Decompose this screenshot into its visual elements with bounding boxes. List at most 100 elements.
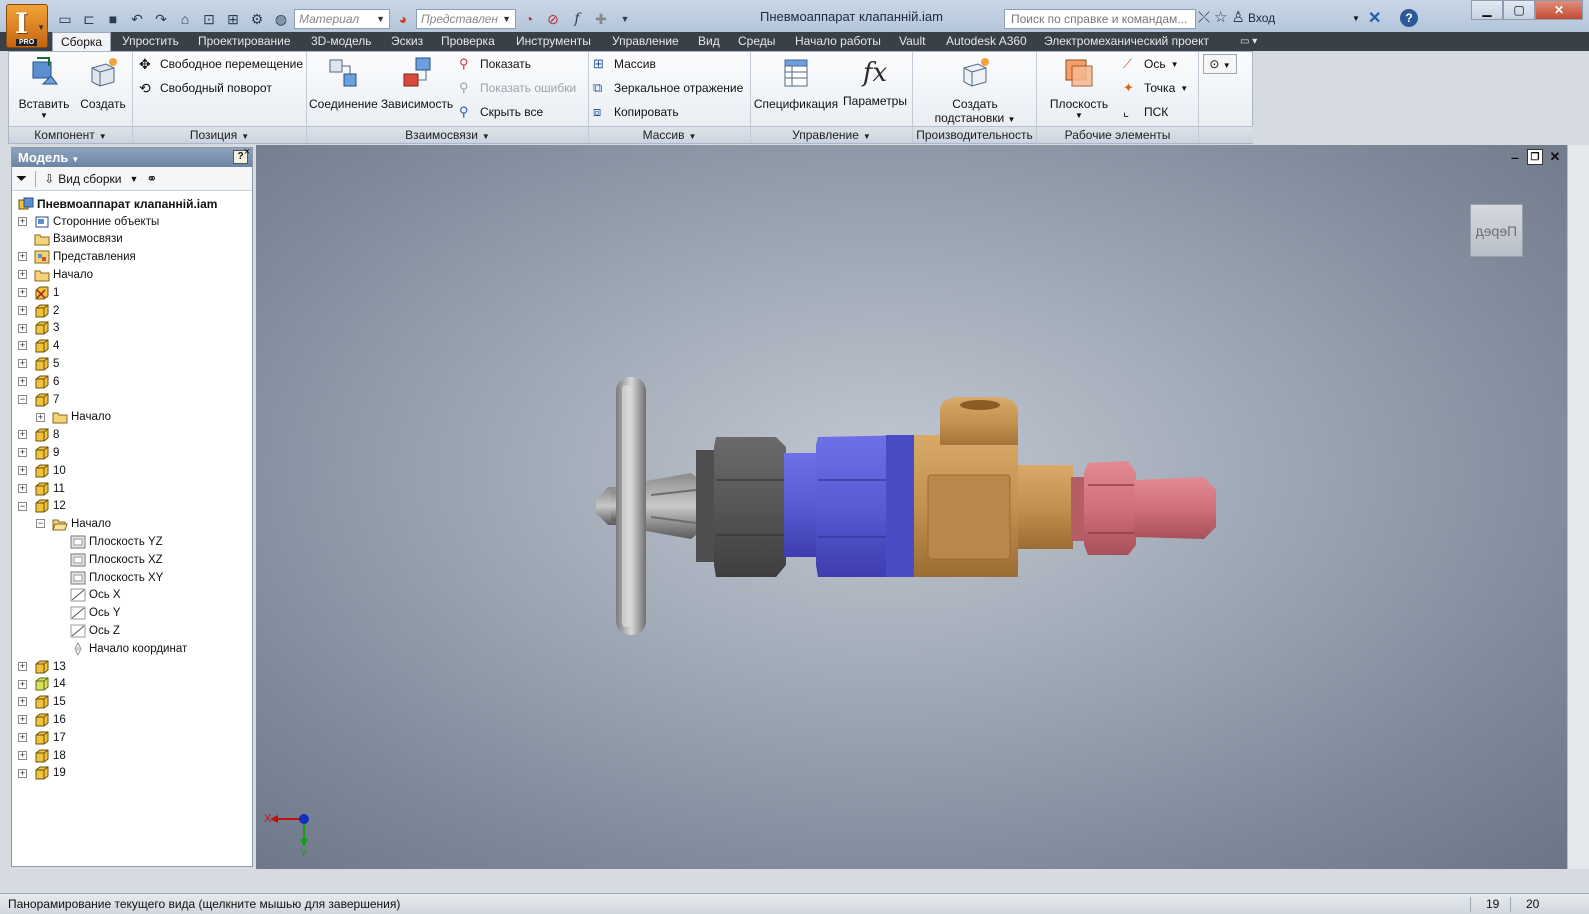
tab-inspect[interactable]: Проверка (441, 32, 495, 51)
tab-tools[interactable]: Инструменты (516, 32, 591, 51)
expand-icon[interactable]: + (18, 697, 27, 707)
panel-work-features-title[interactable]: Рабочие элементы (1037, 126, 1198, 143)
tree-item-component[interactable]: +5 (12, 355, 252, 373)
filter-icon[interactable]: ⏷ (16, 170, 27, 187)
appearance-select[interactable]: Представлен ▼ (416, 9, 516, 29)
tree-item-plane[interactable]: Плоскость XZ (12, 551, 252, 569)
tree-item-plane[interactable]: Плоскость XY (12, 569, 252, 587)
expand-icon[interactable]: + (18, 216, 27, 226)
expand-icon[interactable]: + (18, 430, 27, 440)
tab-get-started[interactable]: Начало работы (795, 32, 881, 51)
tree-item-origin[interactable]: − Начало (12, 515, 252, 533)
collapse-icon[interactable]: − (36, 519, 45, 529)
panel-component-title[interactable]: Компонент ▼ (9, 126, 132, 143)
tab-simplify[interactable]: Упростить (122, 32, 179, 51)
search-clear-icon[interactable]: ⤫ (1198, 9, 1210, 26)
tree-item-component[interactable]: +19 (12, 765, 252, 783)
tree-item-component[interactable]: − 12 (12, 498, 252, 516)
pattern-button[interactable]: ⊞ Массив (593, 54, 656, 74)
panel-productivity-title[interactable]: Производительность (913, 126, 1036, 143)
tree-item-component[interactable]: +1 (12, 284, 252, 302)
viewport-side-scrollbar[interactable] (1567, 145, 1589, 869)
axis-button[interactable]: ⟋ Ось ▼ (1123, 54, 1179, 74)
panel-pattern-title[interactable]: Массив ▼ (589, 126, 750, 143)
tree-root[interactable]: Пневмоаппарат клапанній.iam (12, 195, 252, 213)
free-rotate-button[interactable]: ⟲ Свободный поворот (139, 78, 272, 98)
tab-assemble[interactable]: Сборка (52, 32, 112, 51)
expand-icon[interactable]: + (18, 359, 27, 369)
help-icon[interactable]: ? (1400, 9, 1418, 27)
joint-button[interactable]: Соединение (309, 56, 378, 111)
expand-icon[interactable]: + (18, 750, 27, 760)
panel-relations-title[interactable]: Взаимосвязи ▼ (307, 126, 588, 143)
tab-sketch[interactable]: Эскиз (391, 32, 423, 51)
tab-environments[interactable]: Среды (738, 32, 775, 51)
create-substitutes-button[interactable]: Создать подстановки ▼ (923, 56, 1027, 125)
assembly-view-label[interactable]: Вид сборки (58, 172, 121, 186)
material-ball-icon[interactable]: ◍ (270, 9, 292, 29)
home-icon[interactable]: ⌂ (174, 9, 196, 29)
tree-item-axis[interactable]: Ось X (12, 587, 252, 605)
browser-close-icon[interactable]: × (241, 147, 253, 159)
expand-icon[interactable]: + (18, 270, 27, 280)
graphics-viewport[interactable]: ‒ ❐ ✕ Перед X Y (256, 145, 1567, 869)
tree-item-component[interactable]: +11 (12, 480, 252, 498)
maximize-button[interactable]: ▢ (1503, 0, 1535, 20)
plane-button[interactable]: Плоскость ▼ (1043, 56, 1115, 120)
clear-appearance-icon[interactable]: ⊘ (542, 9, 564, 29)
valve-model[interactable]: X Y (256, 145, 1567, 869)
expand-icon[interactable]: + (18, 661, 27, 671)
chevron-down-icon[interactable]: ▼ (1352, 14, 1360, 23)
update-icon[interactable]: ⊡ (198, 9, 220, 29)
expand-icon[interactable]: + (18, 341, 27, 351)
expand-icon[interactable]: + (18, 252, 27, 262)
select-icon[interactable]: ⊞ (222, 9, 244, 29)
material-select[interactable]: Материал ▼ (294, 9, 390, 29)
save-icon[interactable]: ■ (102, 9, 124, 29)
expand-icon[interactable]: + (18, 448, 27, 458)
assembly-view-icon[interactable]: ⇩ (44, 172, 54, 186)
appearance-icon[interactable]: ◕ (392, 9, 414, 29)
tree-item-component[interactable]: +9 (12, 444, 252, 462)
expand-icon[interactable]: + (18, 305, 27, 315)
ribbon-toggle-icon[interactable]: ▭ ▾ (1240, 32, 1257, 51)
create-button[interactable]: Создать (75, 56, 131, 111)
mirror-button[interactable]: ⧉ Зеркальное отражение (593, 78, 743, 98)
chevron-down-icon[interactable]: ▼ (129, 174, 138, 184)
tree-item-component[interactable]: +18 (12, 747, 252, 765)
copy-button[interactable]: ⧈ Копировать (593, 102, 679, 122)
tree-item-component[interactable]: +4 (12, 337, 252, 355)
expand-icon[interactable]: + (18, 376, 27, 386)
tree-item-axis[interactable]: Ось Z (12, 622, 252, 640)
binoculars-icon[interactable]: ⚭ (146, 171, 157, 187)
bom-button[interactable]: Спецификация (753, 56, 839, 111)
parameters-button[interactable]: fx Параметры (839, 56, 911, 108)
tab-a360[interactable]: Autodesk A360 (946, 32, 1027, 51)
expand-icon[interactable]: + (18, 323, 27, 333)
valve-body-part[interactable] (914, 397, 1073, 577)
collapse-icon[interactable]: − (18, 394, 27, 404)
plus-icon[interactable]: ✚ (590, 9, 612, 29)
expand-icon[interactable]: + (18, 768, 27, 778)
tree-item-origin[interactable]: + Начало (12, 266, 252, 284)
tree-item-component[interactable]: +2 (12, 302, 252, 320)
free-move-button[interactable]: ✥ Свободное перемещение (139, 54, 303, 74)
collapse-icon[interactable]: − (18, 501, 27, 511)
user-icon[interactable]: ♙ (1231, 8, 1244, 26)
handwheel-part[interactable] (616, 377, 646, 635)
tree-item-component[interactable]: +14 (12, 676, 252, 694)
exchange-apps-icon[interactable]: ✕ (1368, 8, 1381, 28)
tree-item-relations[interactable]: Взаимосвязи (12, 231, 252, 249)
minimize-button[interactable]: ▁ (1471, 0, 1503, 20)
expand-icon[interactable]: + (36, 412, 45, 422)
point-button[interactable]: ✦ Точка ▼ (1123, 78, 1188, 98)
qat-customize-icon[interactable]: ▼ (614, 9, 636, 29)
panel-position-title[interactable]: Позиция ▼ (133, 126, 306, 143)
expand-icon[interactable]: + (18, 287, 27, 297)
tree-item-axis[interactable]: Ось Y (12, 604, 252, 622)
tree-item-third-party[interactable]: + Сторонние объекты (12, 213, 252, 231)
redo-icon[interactable]: ↷ (150, 9, 172, 29)
tree-item-component[interactable]: +13 (12, 658, 252, 676)
show-errors-button[interactable]: ⚲ Показать ошибки (459, 78, 576, 98)
tree-item-component[interactable]: +3 (12, 320, 252, 338)
